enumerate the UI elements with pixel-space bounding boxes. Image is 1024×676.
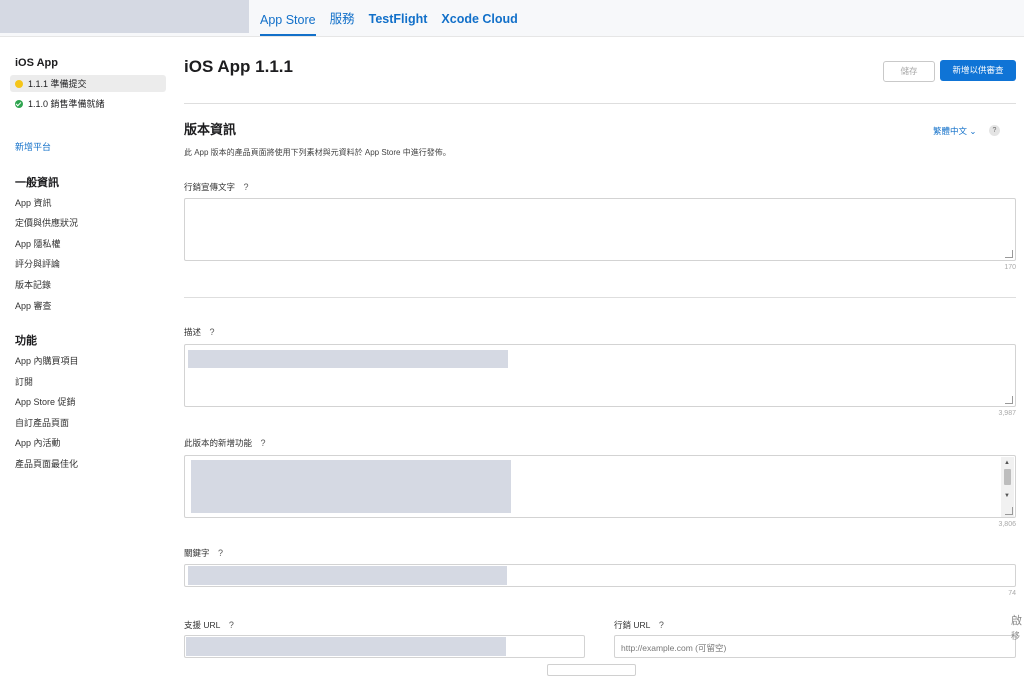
description-counter: 3,987 (998, 410, 1016, 417)
version-info-description: 此 App 版本的產品頁面將使用下列素材與元資料於 App Store 中進行發… (184, 148, 451, 157)
keywords-label-text: 關鍵字 (184, 548, 210, 558)
tab-services[interactable]: 服務 (330, 0, 355, 36)
edge-text: 移 (1011, 631, 1021, 641)
keywords-field[interactable] (184, 564, 1016, 587)
sidebar-item-in-app-purchases[interactable]: App 內購買項目 (15, 354, 79, 367)
whats-new-field[interactable]: ▲ ▼ (184, 455, 1016, 518)
sidebar-item-privacy[interactable]: App 隱私權 (15, 237, 61, 250)
sidebar-item-in-app-events[interactable]: App 內活動 (15, 436, 61, 449)
keywords-counter: 74 (1008, 590, 1016, 597)
save-button[interactable]: 儲存 (883, 61, 935, 82)
promo-text-counter: 170 (1004, 264, 1016, 271)
help-icon[interactable]: ? (258, 438, 268, 448)
sidebar-item-subscriptions[interactable]: 訂閱 (15, 375, 33, 388)
support-url-label: 支援 URL? (184, 619, 236, 631)
redacted-text (188, 350, 508, 368)
help-icon[interactable]: ? (216, 548, 226, 558)
sidebar-general-title: 一般資訊 (15, 177, 59, 189)
sidebar-item-page-optimization[interactable]: 產品頁面最佳化 (15, 457, 78, 470)
submit-for-review-button[interactable]: 新增以供審查 (940, 60, 1016, 81)
marketing-url-label: 行銷 URL? (614, 619, 666, 631)
sidebar-item-app-info[interactable]: App 資訊 (15, 196, 52, 209)
sidebar-item-ratings[interactable]: 評分與評論 (15, 257, 60, 270)
footer-element (547, 664, 636, 676)
redacted-text (188, 566, 507, 585)
resize-handle-icon[interactable] (1005, 250, 1013, 258)
scroll-down-icon[interactable]: ▼ (1004, 493, 1010, 499)
description-field[interactable] (184, 344, 1016, 407)
sidebar-item-app-review[interactable]: App 審查 (15, 299, 52, 312)
description-label: 描述? (184, 326, 217, 338)
sidebar-item-custom-pages[interactable]: 自訂產品頁面 (15, 416, 69, 429)
status-ready-icon (15, 99, 23, 108)
chevron-down-icon: ⌄ (969, 126, 977, 136)
status-pending-icon (15, 79, 23, 88)
promo-text-field[interactable] (184, 198, 1016, 261)
support-url-field[interactable] (184, 635, 585, 658)
promo-text-label-text: 行銷宣傳文字 (184, 182, 236, 192)
marketing-url-field[interactable]: http://example.com (可留空) (614, 635, 1016, 658)
help-icon[interactable]: ? (207, 327, 217, 337)
sidebar-app-title: iOS App (15, 57, 58, 69)
resize-handle-icon[interactable] (1005, 396, 1013, 404)
sidebar-item-version-history[interactable]: 版本記錄 (15, 278, 51, 291)
language-label: 繁體中文 (933, 126, 968, 136)
tab-app-store[interactable]: App Store (260, 1, 316, 36)
redacted-header-area (0, 0, 249, 33)
sidebar-item-pricing[interactable]: 定價與供應狀況 (15, 216, 78, 229)
top-tabs: App Store 服務 TestFlight Xcode Cloud (260, 0, 518, 36)
sidebar-version-1-1-0[interactable]: 1.1.0 銷售準備就緒 (10, 95, 166, 112)
marketing-url-label-text: 行銷 URL (614, 620, 651, 630)
divider (184, 103, 1016, 104)
whats-new-label: 此版本的新增功能? (184, 437, 268, 449)
add-platform-link[interactable]: 新增平台 (15, 140, 51, 153)
redacted-text (186, 637, 506, 656)
keywords-label: 關鍵字? (184, 547, 226, 559)
help-icon[interactable]: ? (226, 620, 236, 630)
sidebar-features-title: 功能 (15, 335, 37, 347)
language-selector[interactable]: 繁體中文 ⌄ (933, 125, 977, 137)
divider (184, 297, 1016, 298)
top-navigation-bar: App Store 服務 TestFlight Xcode Cloud (0, 0, 1024, 37)
sidebar-version-1-1-1[interactable]: 1.1.1 準備提交 (10, 75, 166, 92)
sidebar-version-label: 1.1.1 準備提交 (28, 79, 87, 89)
help-icon[interactable]: ? (241, 182, 251, 192)
tab-testflight[interactable]: TestFlight (369, 0, 428, 36)
redacted-text (191, 460, 511, 513)
tab-xcode-cloud[interactable]: Xcode Cloud (441, 0, 517, 36)
sidebar-version-label: 1.1.0 銷售準備就緒 (28, 99, 105, 109)
whats-new-label-text: 此版本的新增功能 (184, 438, 253, 448)
page-title: iOS App 1.1.1 (184, 57, 293, 76)
resize-handle-icon[interactable] (1005, 507, 1013, 515)
scroll-up-icon[interactable]: ▲ (1004, 460, 1010, 466)
scroll-thumb[interactable] (1004, 469, 1011, 485)
support-url-label-text: 支援 URL (184, 620, 221, 630)
sidebar-item-promotions[interactable]: App Store 促銷 (15, 395, 76, 408)
marketing-url-placeholder: http://example.com (可留空) (621, 643, 727, 653)
whats-new-counter: 3,806 (998, 521, 1016, 528)
description-label-text: 描述 (184, 327, 202, 337)
help-icon[interactable]: ? (989, 125, 1000, 136)
help-icon[interactable]: ? (656, 620, 666, 630)
version-info-title: 版本資訊 (184, 122, 237, 137)
edge-text: 啟 (1011, 615, 1022, 627)
promo-text-label: 行銷宣傳文字? (184, 181, 251, 193)
